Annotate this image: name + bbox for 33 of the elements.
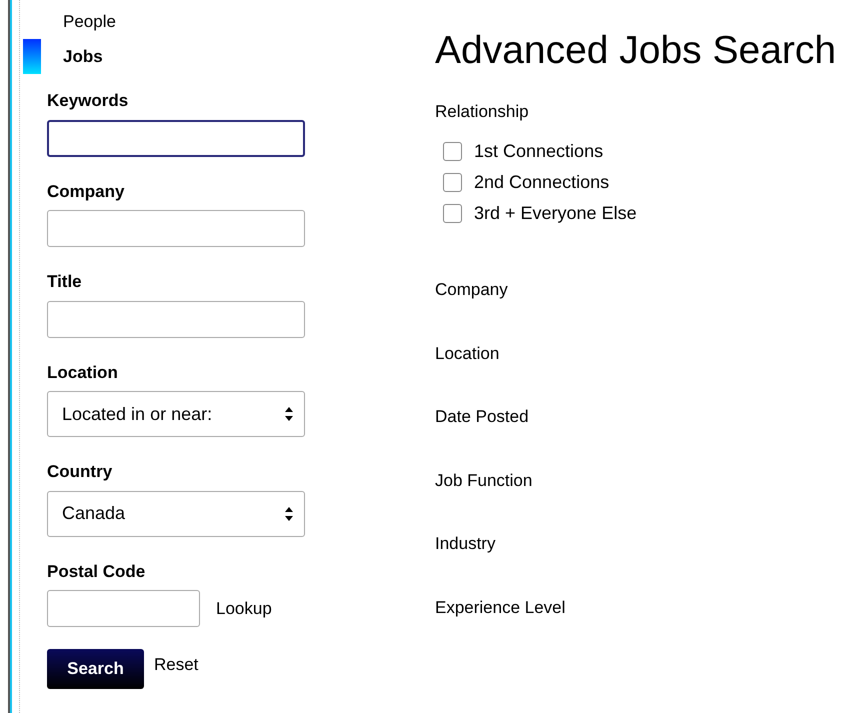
lookup-link[interactable]: Lookup	[216, 596, 272, 622]
field-label: Keywords	[47, 90, 130, 112]
checkbox-label: 3rd + Everyone Else	[474, 202, 637, 225]
facet-label: Date Posted	[435, 407, 529, 426]
facet-label: Location	[435, 344, 500, 362]
page-title: Advanced Jobs Search	[435, 28, 836, 74]
checkbox[interactable]	[443, 173, 462, 192]
spinner-icon	[284, 506, 294, 522]
field-label: Company	[47, 180, 126, 202]
section-label: Relationship	[435, 100, 530, 122]
input-field[interactable]	[47, 300, 305, 338]
checkbox[interactable]	[443, 142, 462, 161]
checkbox-label: 2nd Connections	[474, 171, 610, 194]
input-field[interactable]	[47, 590, 200, 627]
select-field[interactable]: Canada	[47, 490, 305, 536]
spinner-icon	[284, 406, 294, 422]
facet-label: Company	[435, 280, 508, 299]
field-label: Title	[47, 271, 83, 293]
nav-tab[interactable]: Jobs	[63, 40, 103, 73]
checkbox-label: 1st Connections	[474, 140, 604, 163]
input-field[interactable]	[47, 120, 305, 156]
reset-link[interactable]: Reset	[154, 652, 198, 677]
checkbox[interactable]	[443, 204, 462, 223]
input-field[interactable]	[47, 210, 305, 247]
field-label: Location	[47, 362, 119, 384]
search-button[interactable]: Search	[47, 649, 144, 689]
facet-label: Experience Level	[435, 598, 566, 616]
select-field[interactable]: Located in or near:	[47, 391, 305, 437]
facet-label: Job Function	[435, 470, 532, 490]
field-label: Postal Code	[47, 560, 146, 582]
field-label: Country	[47, 461, 114, 483]
nav-tab[interactable]: People	[63, 5, 116, 38]
facet-label: Industry	[435, 534, 496, 553]
